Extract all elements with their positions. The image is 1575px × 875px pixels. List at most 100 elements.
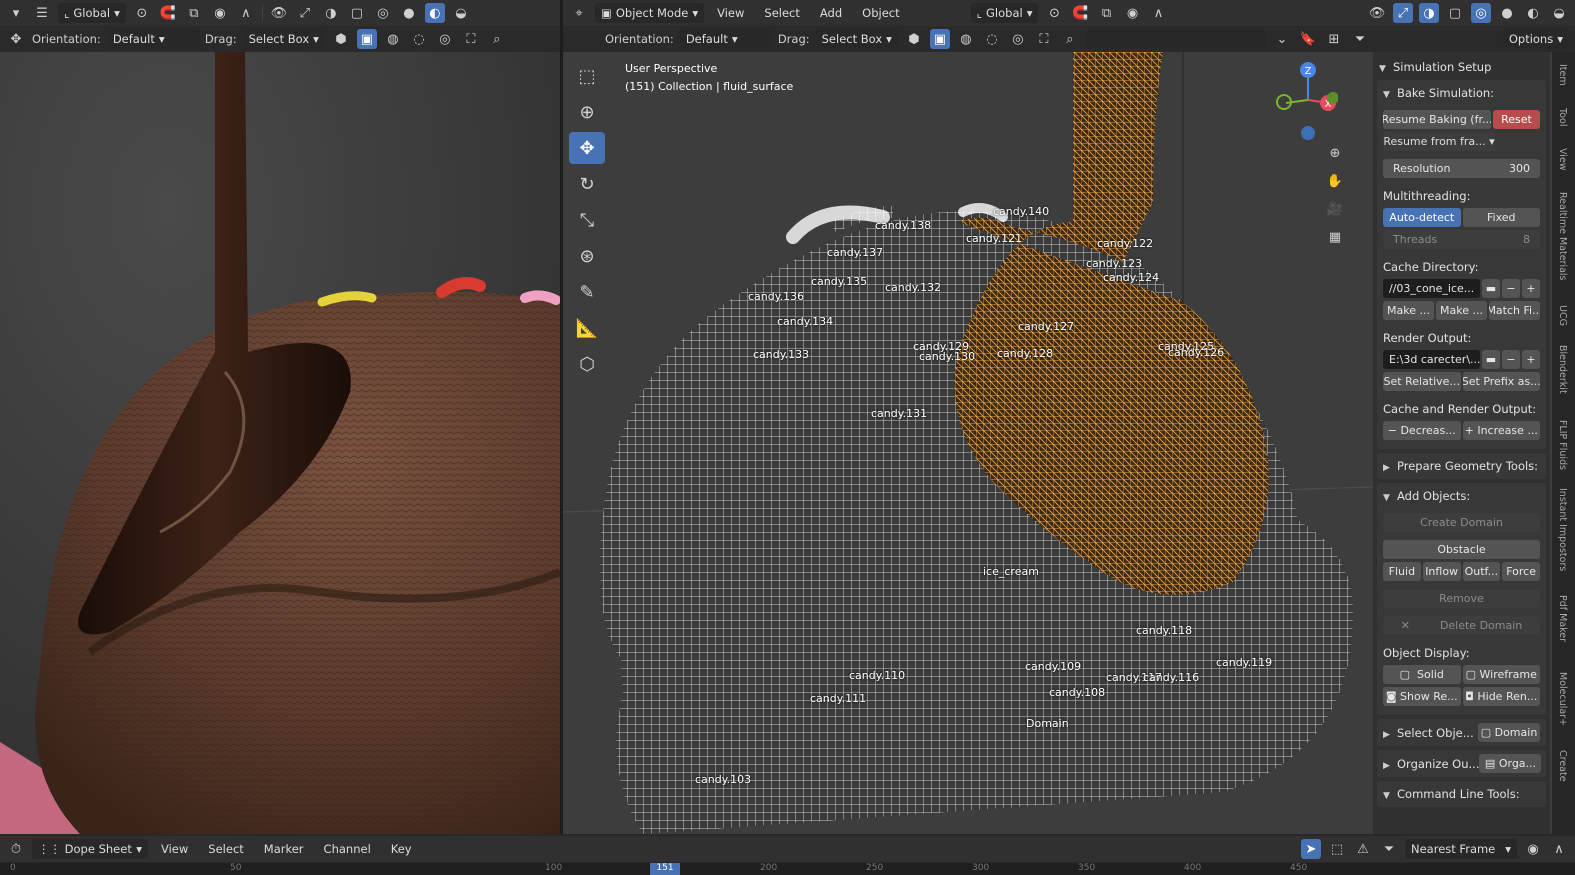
editor-type-icon[interactable]: ⌖	[569, 3, 589, 23]
resume-from-dropdown[interactable]: Resume from fra... ▾	[1383, 132, 1495, 151]
overlay-icon[interactable]: ◑	[321, 3, 341, 23]
pivot-icon[interactable]: ⊙	[132, 3, 152, 23]
pan-hand-icon[interactable]: ✋	[1325, 171, 1345, 191]
select-box-tool-icon[interactable]: ⬚	[569, 60, 605, 92]
add-cube-tool-icon[interactable]: ⬡	[569, 348, 605, 380]
transform-space-dropdown[interactable]: ⌞ Global ▾	[970, 3, 1039, 23]
select-intersect-icon[interactable]: ⛶	[461, 29, 481, 49]
command-line-header[interactable]: ▼ Command Line Tools:	[1383, 785, 1540, 803]
menu-object[interactable]: Object	[855, 6, 906, 20]
menu-select[interactable]: Select	[757, 6, 806, 20]
select-subtract-icon[interactable]: ◌	[409, 29, 429, 49]
select-extend-icon[interactable]: ◍	[383, 29, 403, 49]
tab-tool[interactable]: Tool	[1556, 108, 1568, 126]
folder-icon[interactable]: ▬	[1482, 279, 1500, 298]
cache-directory-field[interactable]: //03_cone_ice...	[1383, 279, 1480, 298]
prepare-geometry-header[interactable]: ▶ Prepare Geometry Tools:	[1383, 457, 1540, 475]
hide-render-button[interactable]: ◘ Hide Ren...	[1462, 687, 1540, 706]
outflow-button[interactable]: Outf...	[1462, 562, 1501, 581]
scale-tool-icon[interactable]: ⤡	[569, 204, 605, 236]
move-tool-icon[interactable]: ✥	[569, 132, 605, 164]
search-icon[interactable]: ⌕	[1060, 29, 1080, 49]
select-objects-header[interactable]: ▶ Select Obje...	[1383, 724, 1478, 742]
gizmo-icon[interactable]: ⤢	[295, 3, 315, 23]
plus-icon[interactable]: +	[1522, 350, 1540, 369]
xray-icon[interactable]: ▢	[347, 3, 367, 23]
chevron-down-icon[interactable]: ⌄	[1272, 29, 1292, 49]
shading-solid-icon[interactable]: ●	[1497, 3, 1517, 23]
add-objects-header[interactable]: ▼ Add Objects:	[1383, 489, 1540, 505]
select-mode-icon[interactable]: ⬢	[331, 29, 351, 49]
cursor-tool-icon[interactable]: ⊕	[569, 96, 605, 128]
make-button[interactable]: Make ...	[1436, 301, 1487, 320]
search-field[interactable]	[1085, 30, 1266, 48]
make-button[interactable]: Make ...	[1383, 301, 1434, 320]
snap-target-icon[interactable]: ⧉	[1096, 3, 1116, 23]
show-render-button[interactable]: ◙ Show Re...	[1383, 687, 1461, 706]
shading-rendered-icon[interactable]: ◒	[1549, 3, 1569, 23]
overlay-icon[interactable]: ◑	[1419, 3, 1439, 23]
prepare-geometry-section[interactable]: ▶ Prepare Geometry Tools:	[1377, 453, 1546, 479]
falloff-icon[interactable]: ∧	[1549, 839, 1569, 859]
falloff-icon[interactable]: ∧	[1148, 3, 1168, 23]
shading-wireframe-icon[interactable]: ◎	[373, 3, 393, 23]
reset-button[interactable]: Reset	[1493, 110, 1540, 129]
snap-target-icon[interactable]: ⧉	[184, 3, 204, 23]
wireframe-button[interactable]: ▢ Wireframe	[1462, 665, 1540, 684]
select-mode-icon[interactable]: ⬢	[904, 29, 924, 49]
increase-button[interactable]: + Increase ...	[1462, 421, 1540, 440]
warning-icon[interactable]: ⚠	[1353, 839, 1373, 859]
select-set-icon[interactable]: ▣	[929, 29, 950, 49]
menu-select[interactable]: Select	[201, 842, 250, 856]
rotate-tool-icon[interactable]: ↻	[569, 168, 605, 200]
create-domain-button[interactable]: Create Domain	[1383, 513, 1540, 532]
resolution-field[interactable]: Resolution 300	[1383, 159, 1540, 178]
match-button[interactable]: Match Fi...	[1489, 301, 1540, 320]
tab-pdf-maker[interactable]: Pdf Maker	[1556, 595, 1568, 642]
tab-blenderkit[interactable]: Blenderkit	[1556, 345, 1568, 394]
filter-icon[interactable]: ⏷	[1350, 29, 1370, 49]
navigation-gizmo[interactable]: Z X	[1268, 58, 1338, 148]
snap-icon[interactable]: 🧲	[1070, 3, 1090, 23]
menu-key[interactable]: Key	[384, 842, 419, 856]
fluid-button[interactable]: Fluid	[1383, 562, 1421, 581]
threads-field[interactable]: Threads 8	[1383, 230, 1540, 249]
tab-flip-fluids[interactable]: FLIP Fluids	[1556, 420, 1568, 470]
proportional-edit-icon[interactable]: ◉	[1523, 839, 1543, 859]
minus-icon[interactable]: −	[1502, 350, 1520, 369]
box-select-icon[interactable]: ⬚	[1327, 839, 1347, 859]
resume-baking-button[interactable]: Resume Baking (fr...	[1383, 110, 1492, 129]
select-intersect-icon[interactable]: ⛶	[1034, 29, 1054, 49]
shading-material-icon[interactable]: ◐	[424, 3, 445, 23]
proportional-edit-icon[interactable]: ◉	[1122, 3, 1142, 23]
options-dropdown[interactable]: Options ▾	[1502, 29, 1569, 49]
solid-button[interactable]: ▢ Solid	[1383, 665, 1461, 684]
set-prefix-button[interactable]: Set Prefix as...	[1462, 372, 1540, 391]
annotate-tool-icon[interactable]: ✎	[569, 276, 605, 308]
menu-marker[interactable]: Marker	[257, 842, 311, 856]
select-invert-icon[interactable]: ◎	[435, 29, 455, 49]
gizmo-icon[interactable]: ⤢	[1393, 3, 1413, 23]
tab-molecular[interactable]: Molecular+	[1556, 672, 1568, 726]
camera-icon[interactable]: 🎥	[1325, 199, 1345, 219]
set-relative-button[interactable]: Set Relative...	[1383, 372, 1461, 391]
force-button[interactable]: Force	[1502, 562, 1540, 581]
measure-tool-icon[interactable]: 📐	[569, 312, 605, 344]
falloff-icon[interactable]: ∧	[236, 3, 256, 23]
proportional-edit-icon[interactable]: ◉	[210, 3, 230, 23]
mode-dropdown[interactable]: ▣ Object Mode ▾	[595, 3, 705, 23]
shading-rendered-icon[interactable]: ◒	[451, 3, 471, 23]
bookmark-icon[interactable]: 🔖	[1298, 29, 1318, 49]
layout-icon[interactable]: ⊞	[1324, 29, 1344, 49]
folder-icon[interactable]: ▬	[1482, 350, 1500, 369]
menu-channel[interactable]: Channel	[317, 842, 378, 856]
editor-type-icon[interactable]: ▾	[6, 3, 26, 23]
snap-icon[interactable]: 🧲	[158, 3, 178, 23]
transform-space-dropdown[interactable]: ⌞ Global ▾	[58, 3, 126, 23]
grid-view-icon[interactable]: ▦	[1325, 227, 1345, 247]
shading-solid-icon[interactable]: ●	[399, 3, 419, 23]
left-viewport[interactable]: ▾ ☰ ⌞ Global ▾ ⊙ 🧲 ⧉ ◉ ∧ 👁 ⤢ ◑ ▢ ◎ ● ◐ ◒ …	[0, 0, 560, 834]
drag-dropdown[interactable]: Select Box ▾	[815, 29, 898, 49]
select-cursor-icon[interactable]: ➤	[1301, 839, 1321, 859]
tab-view[interactable]: View	[1556, 148, 1568, 171]
